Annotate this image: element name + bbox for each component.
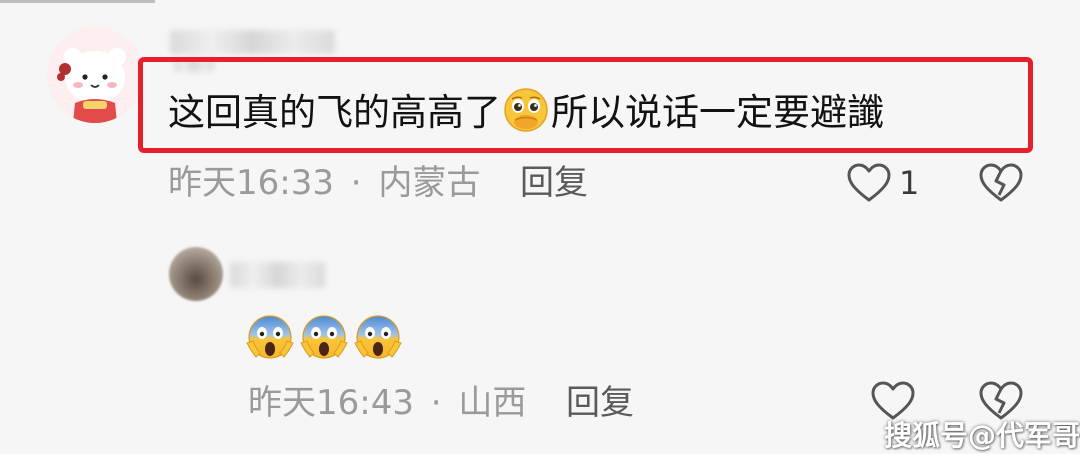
screaming-face-icon xyxy=(354,315,402,359)
screaming-face-icon xyxy=(300,315,348,359)
comment-meta: 昨天16:33 · 内蒙古 xyxy=(168,163,480,203)
screaming-face-icon xyxy=(246,315,294,359)
watermark: 搜狐号@代军哥哥 xyxy=(884,419,1080,452)
meta-separator: · xyxy=(430,383,442,423)
like-count: 1 xyxy=(899,164,920,202)
reply-avatar[interactable] xyxy=(169,247,223,301)
reply-time: 昨天16:43 xyxy=(248,383,414,423)
pleading-face-covering-mouth-icon xyxy=(503,87,549,144)
meta-separator: · xyxy=(350,163,362,203)
reply-button[interactable]: 回复 xyxy=(566,383,634,423)
comment-time: 昨天16:33 xyxy=(168,163,334,203)
reply-meta: 昨天16:43 · 山西 xyxy=(248,383,526,423)
like-heart-icon[interactable] xyxy=(846,162,892,208)
reply-username-blurred[interactable] xyxy=(230,262,325,288)
comment-text-part-2: 所以说话一定要避讖 xyxy=(551,91,884,134)
bear-avatar-icon xyxy=(47,27,143,123)
top-divider xyxy=(0,0,155,3)
comment-text: 这回真的飞的高高了 所以说话一定要避讖 xyxy=(168,87,884,144)
reply-button[interactable]: 回复 xyxy=(520,163,588,203)
reply-emojis xyxy=(245,313,403,361)
reply-location: 山西 xyxy=(458,383,527,423)
avatar[interactable] xyxy=(47,27,143,123)
username-blurred[interactable] xyxy=(170,30,335,54)
comment-location: 内蒙古 xyxy=(378,163,481,203)
dislike-broken-heart-icon[interactable] xyxy=(978,162,1024,208)
comment-text-part-1: 这回真的飞的高高了 xyxy=(168,91,501,134)
